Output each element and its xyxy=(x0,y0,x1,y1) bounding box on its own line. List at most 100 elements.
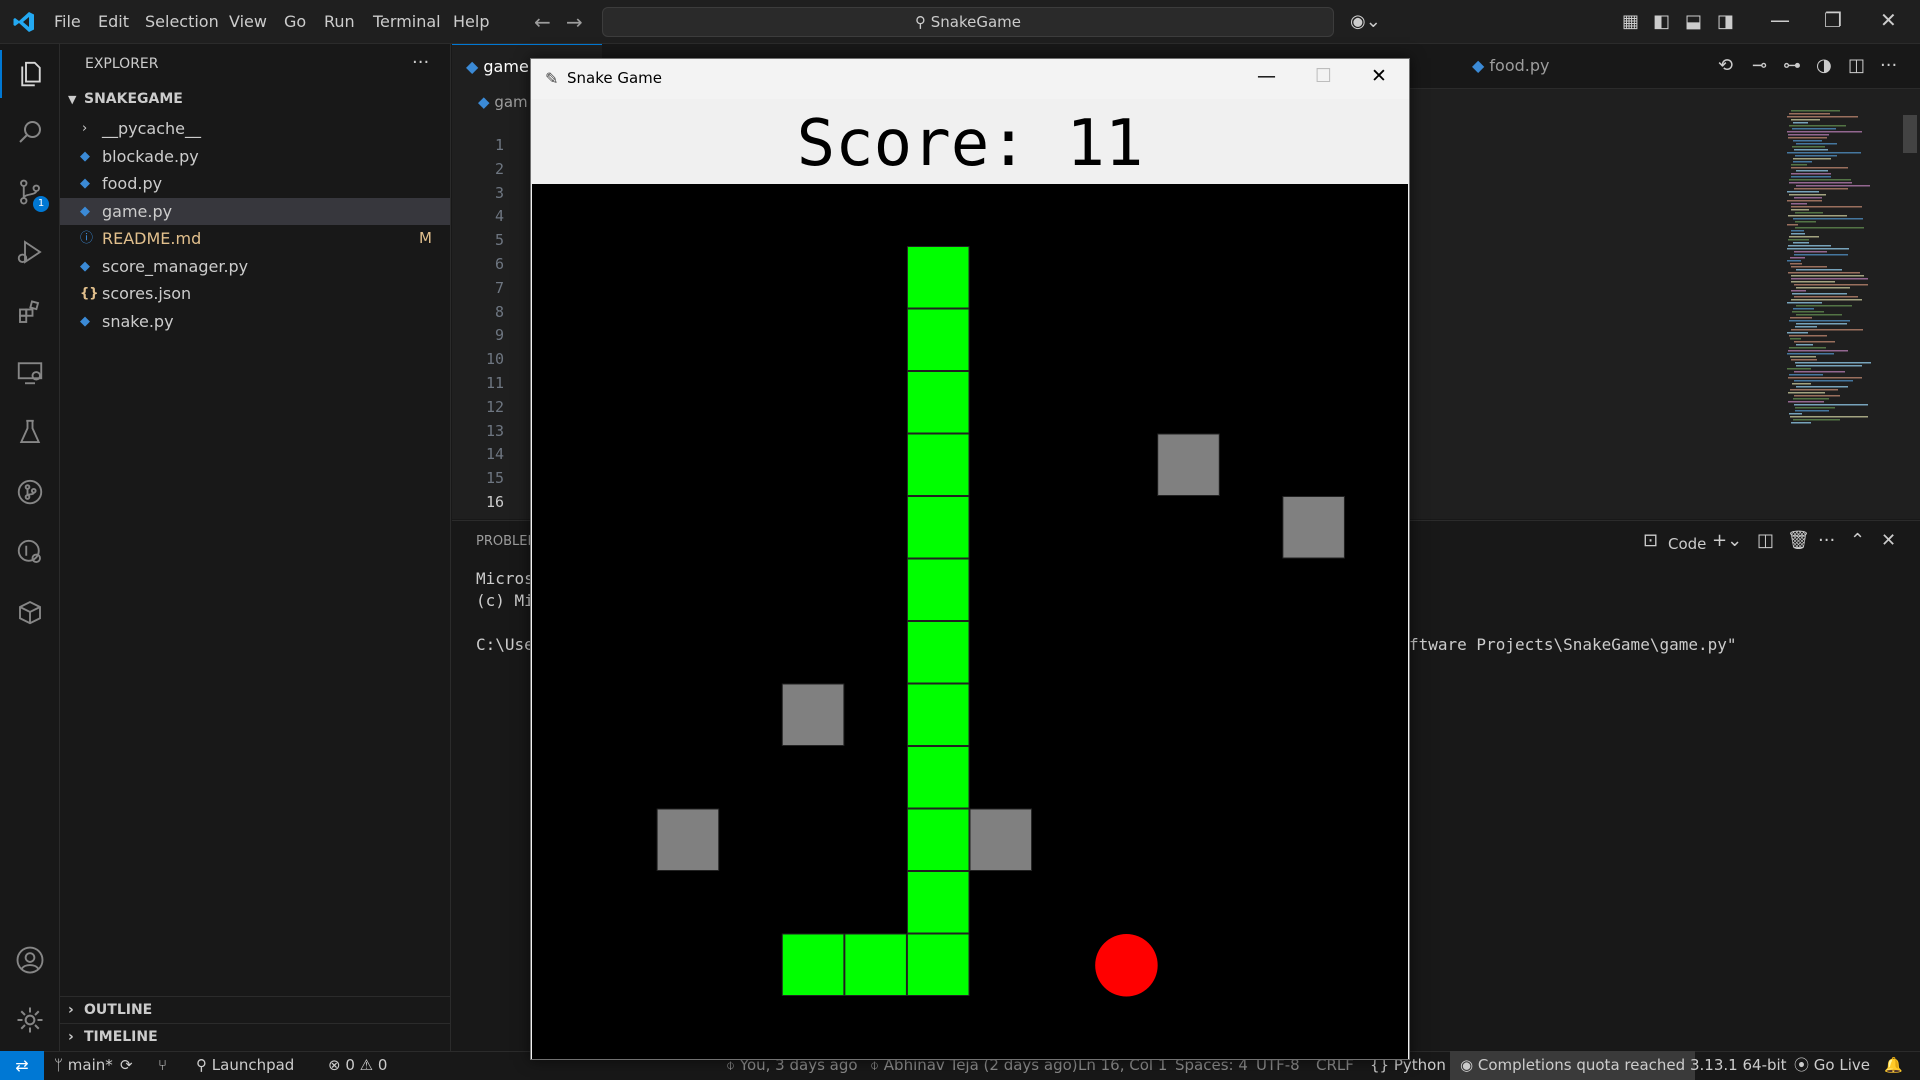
open-changes-icon[interactable]: ⊶ xyxy=(1783,55,1801,76)
forward-arrow-icon[interactable]: → xyxy=(566,10,583,34)
gitlens-inspect-icon[interactable]: ◑ xyxy=(1816,55,1832,76)
close-icon[interactable]: ✕ xyxy=(1880,8,1897,32)
minimap-line xyxy=(1787,260,1801,262)
minimize-icon[interactable]: — xyxy=(1770,8,1790,32)
minimap-line xyxy=(1794,197,1822,199)
git-graph-status-icon[interactable]: ⑂ xyxy=(158,1051,167,1080)
tree-item-readme[interactable]: ⓘ README.md M xyxy=(60,225,450,252)
source-control-icon[interactable] xyxy=(0,168,60,216)
minimap[interactable] xyxy=(1785,110,1905,430)
run-debug-icon[interactable] xyxy=(0,228,60,276)
breadcrumb[interactable]: ◆ gam xyxy=(478,93,528,111)
minimize-icon[interactable]: — xyxy=(1257,65,1276,87)
minimap-line xyxy=(1791,266,1827,268)
copilot-status[interactable]: ◉ Completions quota reached xyxy=(1450,1051,1696,1080)
timeline-section[interactable]: › TIMELINE xyxy=(60,1023,450,1050)
settings-gear-icon[interactable] xyxy=(0,996,60,1044)
tree-item-food[interactable]: ◆ food.py xyxy=(60,170,450,197)
menu-go[interactable]: Go xyxy=(276,0,314,44)
maximize-panel-icon[interactable]: ⌃ xyxy=(1850,530,1865,551)
outline-section[interactable]: › OUTLINE xyxy=(60,996,450,1023)
launchpad-button[interactable]: ⚲ Launchpad xyxy=(196,1051,294,1080)
search-icon[interactable] xyxy=(0,108,60,156)
toggle-secondary-sidebar-icon[interactable]: ◨ xyxy=(1717,11,1734,32)
git-commit-icon[interactable]: ⊸ xyxy=(1752,55,1767,76)
minimap-line xyxy=(1787,248,1849,250)
toggle-sidebar-icon[interactable]: ◧ xyxy=(1653,11,1670,32)
new-terminal-icon[interactable]: +⌄ xyxy=(1712,530,1742,551)
testing-icon[interactable] xyxy=(0,408,60,456)
minimap-line xyxy=(1789,182,1852,184)
maximize-icon[interactable]: ☐ xyxy=(1315,65,1332,87)
minimap-line xyxy=(1794,341,1835,343)
remote-explorer-icon[interactable] xyxy=(0,348,60,396)
command-center[interactable]: ⚲ SnakeGame xyxy=(602,7,1334,37)
minimap-line xyxy=(1789,347,1826,349)
close-icon[interactable]: ✕ xyxy=(1371,65,1387,87)
customize-layout-icon[interactable]: ▦ xyxy=(1622,11,1639,32)
tree-item-pycache[interactable]: › __pycache__ xyxy=(60,115,450,142)
extensions-icon[interactable] xyxy=(0,288,60,336)
copilot-icon[interactable]: ◉⌄ xyxy=(1350,11,1381,32)
menu-file[interactable]: File xyxy=(46,0,89,44)
notifications-bell-icon[interactable]: 🔔 xyxy=(1884,1051,1903,1080)
split-editor-icon[interactable]: ◫ xyxy=(1848,55,1865,76)
minimap-line xyxy=(1794,380,1853,382)
sync-icon[interactable]: ⟳ xyxy=(120,1051,133,1080)
split-terminal-icon[interactable]: ◫ xyxy=(1757,530,1774,551)
go-live-button[interactable]: ⦿ Go Live xyxy=(1794,1051,1870,1080)
close-panel-icon[interactable]: ✕ xyxy=(1881,530,1896,551)
python-file-icon: ◆ xyxy=(1472,56,1490,75)
menu-help[interactable]: Help xyxy=(445,0,497,44)
minimap-line xyxy=(1788,377,1862,379)
tree-item-snake[interactable]: ◆ snake.py xyxy=(60,308,450,335)
tree-item-blockade[interactable]: ◆ blockade.py xyxy=(60,143,450,170)
git-graph-icon[interactable] xyxy=(0,468,60,516)
editor-scrollbar[interactable] xyxy=(1903,115,1917,153)
containers-icon[interactable] xyxy=(0,588,60,636)
menu-run[interactable]: Run xyxy=(316,0,363,44)
minimap-line xyxy=(1788,134,1829,136)
trash-icon[interactable]: 🗑 xyxy=(1787,530,1810,551)
obstacle-block xyxy=(969,808,1033,871)
minimap-line xyxy=(1796,344,1813,346)
line-number: 8 xyxy=(494,302,504,321)
problems-indicator[interactable]: ⊗ 0 ⚠ 0 xyxy=(328,1051,387,1080)
toggle-panel-icon[interactable]: ⬓ xyxy=(1685,11,1702,32)
chevron-right-icon: › xyxy=(82,121,88,136)
minimap-line xyxy=(1787,368,1811,370)
tree-item-score-manager[interactable]: ◆ score_manager.py xyxy=(60,253,450,280)
tree-item-label: scores.json xyxy=(102,284,192,303)
branch-indicator[interactable]: ᛘ main* xyxy=(54,1051,113,1080)
minimap-line xyxy=(1795,212,1823,214)
gitlens-icon[interactable] xyxy=(0,528,60,576)
menu-terminal[interactable]: Terminal xyxy=(365,0,449,44)
more-actions-icon[interactable]: ··· xyxy=(1880,55,1897,76)
python-interpreter[interactable]: 3.13.1 64-bit xyxy=(1690,1051,1787,1080)
menu-selection[interactable]: Selection xyxy=(137,0,227,44)
minimap-line xyxy=(1796,365,1862,367)
terminal-label[interactable]: Code xyxy=(1668,535,1706,553)
chevron-down-icon[interactable]: ▼ xyxy=(68,93,76,106)
menu-edit[interactable]: Edit xyxy=(90,0,137,44)
more-actions-icon[interactable]: ··· xyxy=(1818,530,1835,551)
more-actions-icon[interactable]: ··· xyxy=(412,52,429,73)
minimap-line xyxy=(1790,389,1838,391)
game-window-titlebar[interactable]: ✎ Snake Game — ☐ ✕ xyxy=(531,59,1409,99)
project-folder[interactable]: SNAKEGAME xyxy=(84,91,183,107)
tree-item-game[interactable]: ◆ game.py xyxy=(60,198,450,225)
back-arrow-icon[interactable]: ← xyxy=(534,10,551,34)
tab-food[interactable]: ◆ food.py xyxy=(1458,44,1598,89)
minimap-line xyxy=(1788,392,1825,394)
game-canvas[interactable] xyxy=(532,184,1408,1059)
snake-segment xyxy=(906,496,970,559)
menu-view[interactable]: View xyxy=(221,0,275,44)
remote-indicator-icon[interactable]: ⇄ xyxy=(0,1051,44,1080)
tree-item-scores-json[interactable]: {} scores.json xyxy=(60,280,450,307)
accounts-icon[interactable] xyxy=(0,936,60,984)
git-compare-icon[interactable]: ⟲ xyxy=(1718,55,1733,76)
snake-segment xyxy=(906,871,970,934)
explorer-icon[interactable] xyxy=(0,50,60,98)
minimap-line xyxy=(1791,281,1835,283)
restore-icon[interactable]: ❐ xyxy=(1824,8,1842,32)
